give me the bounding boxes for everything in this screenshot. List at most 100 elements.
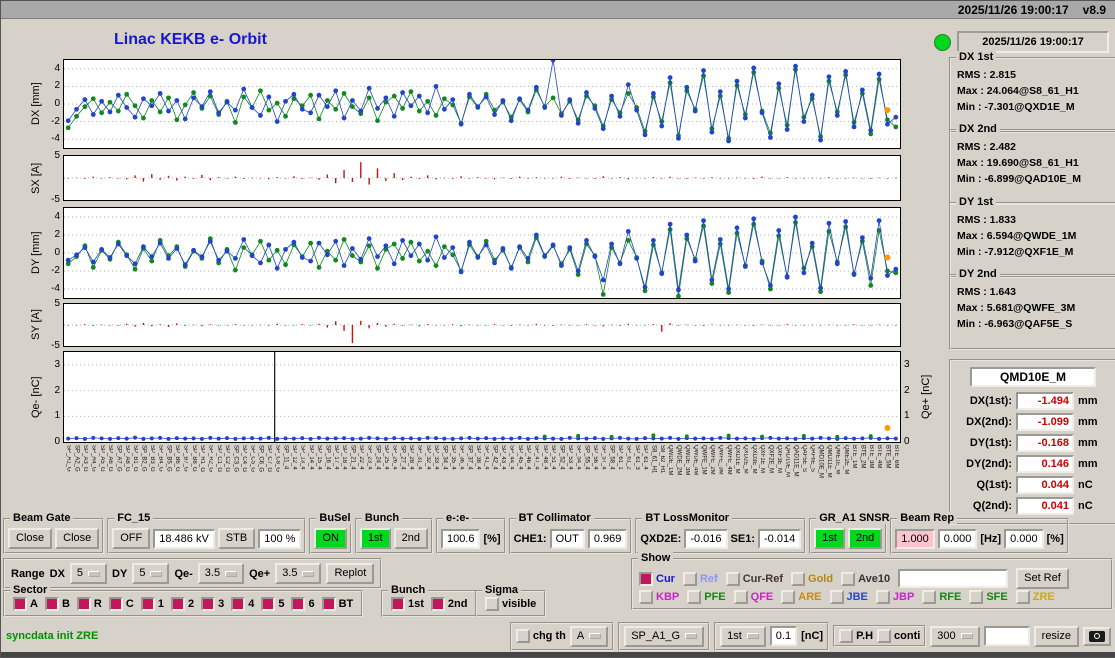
checkbox-a[interactable]: A — [13, 597, 38, 611]
checkbox-jbe[interactable]: JBE — [829, 590, 868, 604]
checkbox-label: B — [61, 598, 70, 610]
checkbox-sfe[interactable]: SFE — [969, 590, 1008, 604]
stats-dx-2nd: DX 2nd RMS : 2.482 Max : 19.690@S8_61_H1… — [949, 123, 1115, 205]
checkbox-cur[interactable]: Cur — [639, 571, 675, 586]
bpm-label: SP_C5_G — [249, 445, 256, 473]
checkbox-gold[interactable]: Gold — [791, 571, 833, 586]
bpm-label: QXF2E_M — [767, 445, 774, 474]
checkbox-kbp[interactable]: KBP — [639, 590, 679, 604]
checkbox-2[interactable]: 2 — [170, 597, 194, 611]
beam-gate-close-2-button[interactable]: Close — [55, 528, 100, 549]
stat-rms: RMS : 2.815 — [957, 69, 1016, 81]
beam-gate-close-1-button[interactable]: Close — [8, 528, 53, 549]
checkbox-zre[interactable]: ZRE — [1015, 590, 1055, 604]
sp-a1g-select[interactable]: SP_A1_G — [624, 625, 705, 647]
checkbox-1[interactable]: 1 — [140, 597, 164, 611]
checkbox-6[interactable]: 6 — [291, 597, 315, 611]
checkbox-1st[interactable]: 1st — [391, 597, 424, 611]
bpm-label: SP_A2_G — [73, 445, 80, 472]
checkbox-label: A — [30, 598, 38, 610]
checkbox-5[interactable]: 5 — [261, 597, 284, 611]
checkbox-ph[interactable]: P.H — [839, 629, 873, 643]
checkbox-label: QFE — [750, 591, 774, 603]
screenshot-button[interactable] — [1083, 626, 1111, 646]
checkbox-ref[interactable]: Ref — [682, 571, 718, 586]
bpm-label: SP_54_4 — [575, 445, 582, 470]
che1-value-display: 0.969 — [587, 528, 628, 549]
checkbox-4[interactable]: 4 — [231, 597, 254, 611]
y-tick-label: 2 — [54, 80, 60, 92]
ee-ratio-label: e-:e- — [442, 512, 473, 524]
conti-label: conti — [894, 630, 921, 642]
checkbox-label: 3 — [218, 598, 225, 610]
monitor-row-label: DX(2nd): — [966, 416, 1012, 428]
monitor-row-value: -0.168 — [1016, 434, 1074, 452]
bunch-2nd-button[interactable]: 2nd — [393, 528, 428, 549]
checkbox-box-icon — [430, 597, 445, 611]
busel-on-button[interactable]: ON — [314, 528, 347, 549]
bpm-label: SP_34_4 — [441, 445, 448, 470]
checkbox-are[interactable]: ARE — [781, 590, 822, 604]
fc15-off-button[interactable]: OFF — [112, 528, 151, 549]
y-axis-label-q: Qe- [nC] — [30, 376, 42, 418]
bpm-label: SP_A1_G — [65, 445, 72, 472]
checkbox-visible[interactable]: visible — [485, 597, 536, 611]
checkbox-c[interactable]: C — [108, 597, 134, 611]
monitor-row-value: 0.041 — [1016, 497, 1074, 515]
bpm-label: SP_21_4 — [349, 445, 356, 470]
checkbox-label: Cur-Ref — [742, 572, 784, 585]
monitor-panel: QMD10E_M DX(1st): -1.494 mm DX(2nd): -1.… — [949, 359, 1115, 525]
status-bar-controls: chg th A SP_A1_G 1st 0.1 [nC] P.H conti … — [509, 621, 1111, 651]
checkbox-bt[interactable]: BT — [321, 597, 353, 611]
bpm-label: SP_A3_G — [82, 445, 89, 472]
checkbox-3[interactable]: 3 — [201, 597, 224, 611]
gr-snsr-label: GR_A1 SNSR — [816, 512, 893, 524]
bpm-label: QWFE_1M — [700, 445, 707, 475]
range-dy-select[interactable]: 5 — [132, 563, 170, 584]
checkbox-chg-th[interactable]: chg th — [515, 629, 566, 643]
bpm-label: SP_33_4 — [433, 445, 440, 470]
fc15-stb-button[interactable]: STB — [217, 528, 256, 549]
range-dx-select[interactable]: 5 — [69, 563, 108, 584]
se1-label: SE1: — [730, 532, 756, 545]
monitor-row-value: 0.146 — [1016, 455, 1074, 473]
checkbox-box-icon — [841, 571, 856, 586]
checkbox-conti[interactable]: conti — [877, 629, 920, 643]
bpm-label: SP_28_4 — [408, 445, 415, 470]
checkbox-cur-ref[interactable]: Cur-Ref — [725, 571, 784, 586]
bpm-label: SP_61_3 — [633, 445, 640, 470]
checkbox-2nd[interactable]: 2nd — [430, 597, 467, 611]
gr-snsr-2nd-button[interactable]: 2nd — [847, 528, 883, 549]
checkbox-box-icon — [877, 629, 892, 643]
checkbox-box-icon — [639, 590, 653, 604]
stat-min: Min : -7.912@QXF1E_M — [957, 246, 1074, 258]
monitor-row: DY(1st): -0.168 mm — [954, 434, 1112, 452]
checkbox-pfe[interactable]: PFE — [687, 590, 726, 604]
plot-panel-sy: 5 -5 SY [A] — [30, 298, 901, 351]
ref-input[interactable] — [898, 569, 1009, 588]
resize-button[interactable]: resize — [1033, 625, 1079, 647]
checkbox-b[interactable]: B — [44, 597, 70, 611]
bt-collimator-label: BT Collimator — [515, 512, 594, 524]
checkbox-ave10[interactable]: Ave10 — [841, 571, 890, 586]
gr-snsr-1st-button[interactable]: 1st — [814, 528, 845, 549]
checkbox-qfe[interactable]: QFE — [733, 590, 774, 604]
checkbox-box-icon — [687, 590, 702, 604]
checkbox-r[interactable]: R — [76, 597, 102, 611]
interval-select[interactable]: 300 — [930, 625, 980, 647]
bunch-1st-button[interactable]: 1st — [359, 528, 391, 549]
sector-a-select[interactable]: A — [569, 625, 609, 647]
replot-button[interactable]: Replot — [326, 563, 375, 584]
set-ref-button[interactable]: Set Ref — [1016, 568, 1069, 589]
bunch-1st-select[interactable]: 1st — [720, 625, 766, 647]
range-qep-select[interactable]: 3.5 — [275, 563, 322, 584]
checkbox-label: JBP — [892, 591, 915, 603]
checkbox-jbp[interactable]: JBP — [875, 590, 915, 604]
range-qem-select[interactable]: 3.5 — [197, 563, 245, 584]
bpm-label: QWDE_4M — [692, 445, 699, 476]
checkbox-rfe[interactable]: RFE — [922, 590, 961, 604]
y-axis-label-sx: SX [A] — [30, 162, 42, 194]
monitor-row-unit: mm — [1078, 437, 1098, 449]
y-tick-label: -2 — [51, 115, 60, 127]
bpm-label: QAD11E_M — [792, 445, 799, 477]
